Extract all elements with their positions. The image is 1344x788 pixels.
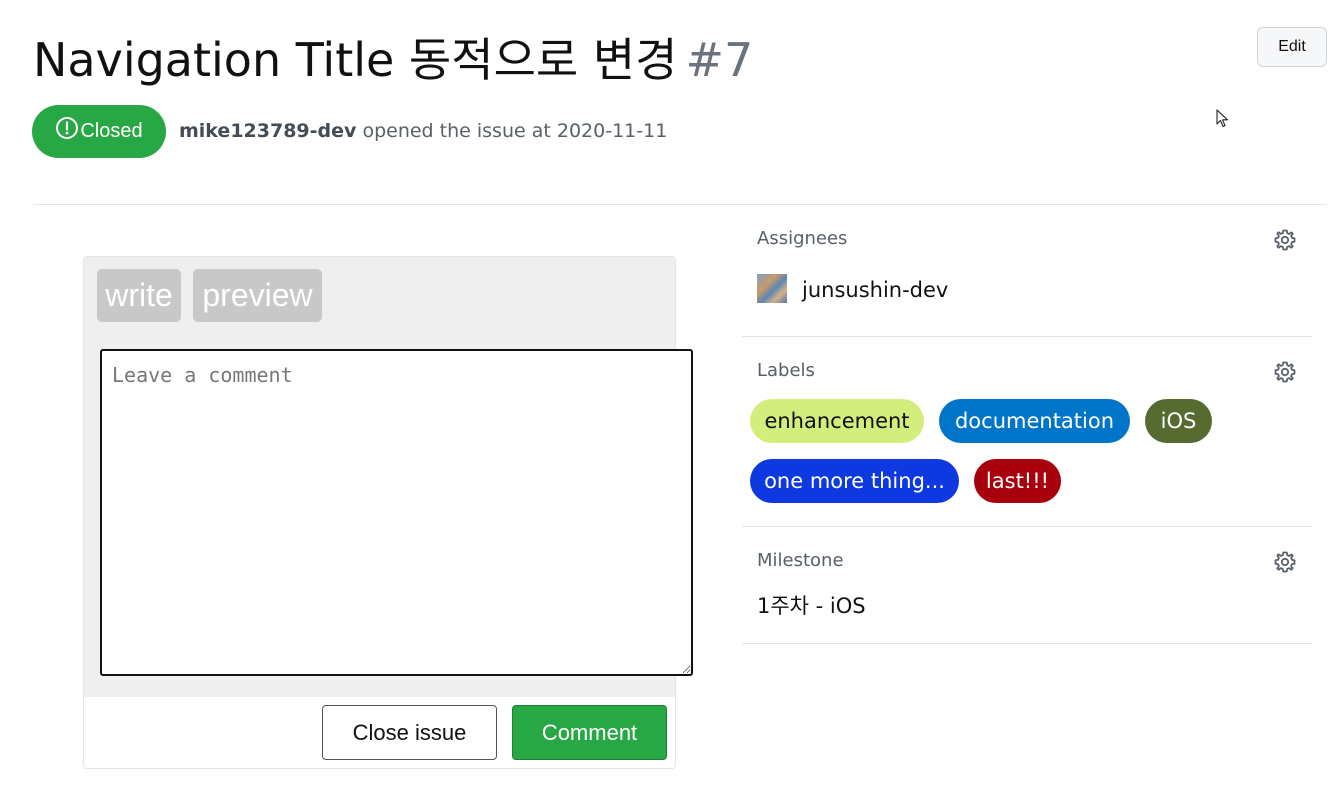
issue-state-badge: Closed [32,105,166,158]
assignees-heading: Assignees [757,228,848,249]
labels-heading: Labels [757,360,815,381]
assignees-gear-icon[interactable] [1273,228,1297,252]
issue-title: Navigation Title 동적으로 변경 #7 [33,30,753,90]
label-ios[interactable]: iOS [1145,399,1212,443]
comment-button[interactable]: Comment [512,705,667,760]
issue-number: #7 [685,33,754,87]
tab-write[interactable]: write [97,269,181,322]
edit-button[interactable]: Edit [1257,27,1327,67]
assignee-name[interactable]: junsushin-dev [802,278,948,302]
issue-closed-icon [56,116,79,139]
label-enhancement[interactable]: enhancement [750,399,924,443]
issue-author[interactable]: mike123789-dev [179,120,356,142]
tab-preview[interactable]: preview [193,269,322,322]
comment-editor: write preview Close issue Comment [83,256,693,769]
labels-divider [742,526,1312,527]
header-divider [33,204,1327,205]
label-last[interactable]: last!!! [974,459,1061,503]
label-one-more-thing[interactable]: one more thing... [750,459,959,503]
issue-state-text: Closed [80,120,143,142]
comment-input[interactable] [100,349,693,676]
mouse-cursor-icon [1216,109,1229,128]
milestone-divider [742,643,1312,644]
editor-panel: write preview [84,257,693,697]
milestone-gear-icon[interactable] [1273,550,1297,574]
issue-opened-text: opened the issue at 2020-11-11 [362,120,668,142]
labels-gear-icon[interactable] [1273,360,1297,384]
issue-meta: mike123789-dev opened the issue at 2020-… [179,120,667,142]
issue-title-text: Navigation Title 동적으로 변경 [33,33,678,87]
assignee-avatar [757,274,787,303]
label-documentation[interactable]: documentation [939,399,1130,443]
assignees-divider [742,336,1312,337]
close-issue-button[interactable]: Close issue [322,705,497,760]
milestone-value[interactable]: 1주차 - iOS [757,590,866,620]
milestone-heading: Milestone [757,550,844,571]
